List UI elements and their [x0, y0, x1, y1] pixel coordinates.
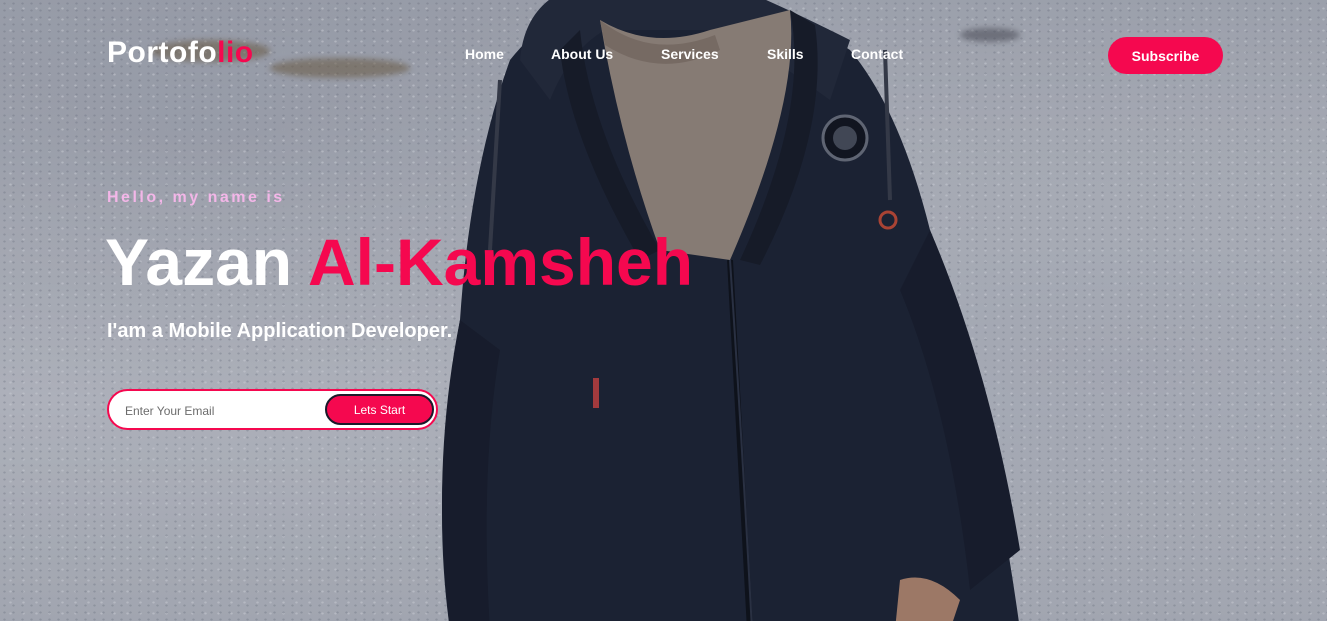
nav-link-services[interactable]: Services [661, 46, 719, 62]
email-input[interactable] [123, 391, 317, 430]
subscribe-button[interactable]: Subscribe [1108, 37, 1223, 74]
site-logo[interactable]: Portofolio [107, 36, 254, 70]
nav-link-skills[interactable]: Skills [767, 46, 804, 62]
nav-link-home[interactable]: Home [465, 46, 504, 62]
logo-accent-text: lio [217, 36, 254, 69]
nav-link-contact[interactable]: Contact [851, 46, 903, 62]
nav-link-about-us[interactable]: About Us [551, 46, 613, 62]
lets-start-button[interactable]: Lets Start [325, 394, 434, 425]
image-overlay [0, 0, 1327, 621]
hero-section: Portofolio Home About Us Services Skills… [0, 0, 1327, 621]
hero-greeting: Hello, my name is [107, 189, 285, 206]
hero-last-name: Al-Kamsheh [308, 225, 694, 299]
hero-name: Yazan Al-Kamsheh [105, 226, 693, 299]
hero-tagline: I'am a Mobile Application Developer. [107, 320, 453, 342]
email-signup-form: Lets Start [107, 389, 438, 430]
logo-text: Portofo [107, 36, 218, 69]
hero-first-name: Yazan [105, 225, 293, 299]
